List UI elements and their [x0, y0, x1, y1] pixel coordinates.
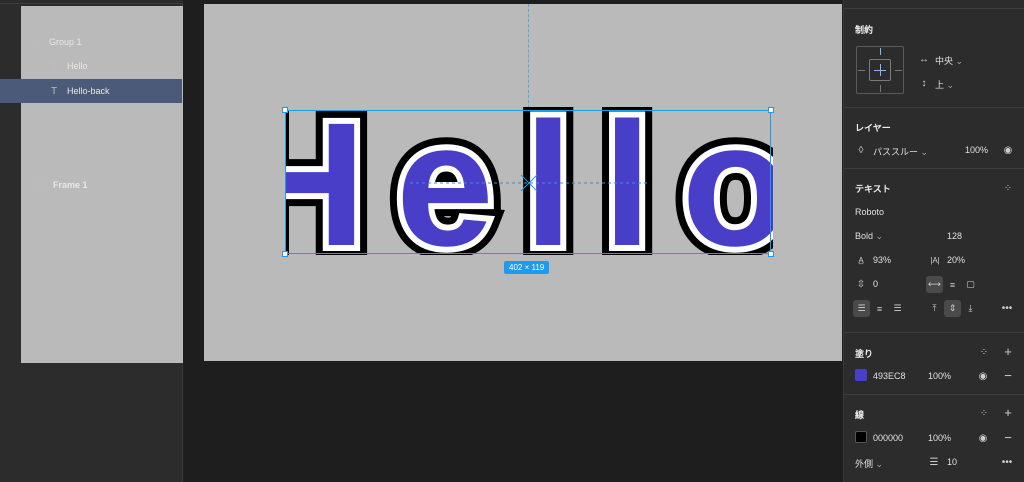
- layer-name: Hello-back: [67, 86, 110, 96]
- resize-handle-top-right[interactable]: [768, 107, 774, 113]
- divider: [844, 107, 1024, 108]
- line-height-input[interactable]: 93%: [873, 255, 891, 265]
- text-title: テキスト: [855, 184, 891, 194]
- fill-styles-icon[interactable]: ⁘: [977, 346, 991, 358]
- constraint-bottom-line[interactable]: [880, 85, 881, 92]
- canvas[interactable]: Hello Hello Hello 402 × 119: [183, 0, 843, 482]
- constraint-left-line[interactable]: [858, 70, 865, 71]
- align-middle-button[interactable]: ⇕: [944, 300, 961, 317]
- eye-icon[interactable]: ◉: [976, 432, 990, 444]
- size-badge: 402 × 119: [504, 261, 550, 274]
- divider: [844, 168, 1024, 169]
- resize-handle-top-left[interactable]: [282, 107, 288, 113]
- stroke-position-select[interactable]: 外側 ⌄: [855, 457, 883, 470]
- align-left-button[interactable]: ☰: [853, 300, 870, 317]
- layers-panel: # Frame 1 ⁞⁞ Group 1 T Hello T Hello-bac…: [0, 0, 659, 482]
- add-stroke-icon[interactable]: +: [1001, 405, 1015, 420]
- text-icon: T: [50, 60, 58, 72]
- constraint-widget[interactable]: [856, 46, 904, 94]
- fill-title: 塗り: [855, 349, 874, 359]
- blend-mode-value: パススルー: [873, 147, 919, 157]
- fill-opacity-input[interactable]: 100%: [928, 371, 951, 381]
- vertical-constraint-select[interactable]: 上 ⌄: [935, 78, 954, 91]
- layer-opacity[interactable]: 100%: [965, 145, 988, 155]
- text-styles-icon[interactable]: ⁘: [1001, 182, 1015, 194]
- horizontal-constraint-icon: ↔: [919, 53, 929, 65]
- fill-hex-input[interactable]: 493EC8: [873, 371, 906, 381]
- align-center-button[interactable]: ≡: [871, 300, 888, 317]
- font-size-input[interactable]: 128: [947, 231, 962, 241]
- center-guide: [528, 4, 529, 108]
- align-top-button[interactable]: ⤒: [926, 300, 943, 317]
- more-options-icon[interactable]: •••: [999, 302, 1015, 314]
- stroke-opacity-input[interactable]: 100%: [928, 433, 951, 443]
- blend-mode-select[interactable]: パススルー ⌄: [873, 145, 928, 158]
- resize-handle-bottom-right[interactable]: [768, 251, 774, 257]
- layers-topbar: [0, 0, 183, 4]
- paragraph-spacing-icon: ⇳: [856, 278, 866, 290]
- auto-height-button[interactable]: ≡: [944, 276, 961, 293]
- horizontal-constraint-value: 中央: [935, 56, 954, 66]
- stroke-title: 線: [855, 410, 865, 420]
- selection-box: [285, 110, 771, 254]
- resize-handle-bottom-left[interactable]: [282, 251, 288, 257]
- font-weight-select[interactable]: Bold ⌄: [855, 231, 883, 242]
- stroke-styles-icon[interactable]: ⁘: [977, 407, 991, 419]
- constraint-top-line[interactable]: [880, 48, 881, 55]
- constraint-center-v[interactable]: [880, 64, 881, 76]
- divider: [844, 394, 1024, 395]
- layer-hello[interactable]: T Hello: [0, 54, 182, 78]
- group-icon: ⁞⁞: [34, 37, 38, 47]
- fixed-size-button[interactable]: ▢: [962, 276, 979, 293]
- chevron-down-icon: ⌄: [920, 147, 929, 157]
- letter-spacing-icon: |A|: [930, 255, 940, 265]
- remove-stroke-icon[interactable]: −: [1001, 430, 1015, 445]
- stroke-position-value: 外側: [855, 459, 874, 469]
- align-right-button[interactable]: ☰: [889, 300, 906, 317]
- remove-fill-icon[interactable]: −: [1001, 368, 1015, 383]
- chevron-down-icon: ⌄: [946, 80, 955, 90]
- auto-width-button[interactable]: ⟷: [926, 276, 943, 293]
- align-bottom-button[interactable]: ⤓: [962, 300, 979, 317]
- fill-color-swatch[interactable]: [855, 369, 867, 381]
- text-icon: T: [50, 85, 58, 97]
- constraint-right-line[interactable]: [895, 70, 902, 71]
- stroke-color-swatch[interactable]: [855, 431, 867, 443]
- horizontal-constraint-select[interactable]: 中央 ⌄: [935, 54, 963, 67]
- layer-title: レイヤー: [855, 123, 891, 133]
- paragraph-spacing-input[interactable]: 0: [873, 279, 878, 289]
- chevron-down-icon: ⌄: [875, 231, 884, 241]
- layer-name: Frame 1: [53, 179, 88, 190]
- vertical-constraint-icon: ↕: [921, 77, 927, 89]
- stroke-hex-input[interactable]: 000000: [873, 433, 903, 443]
- divider: [844, 332, 1024, 333]
- frame-icon: #: [37, 179, 43, 190]
- font-family-select[interactable]: Roboto: [855, 207, 884, 217]
- properties-panel: 制約 ↔ 中央 ⌄ ↕ 上 ⌄ レイヤー ◊ パススルー ⌄ 100% ◉ テキ…: [843, 0, 1024, 482]
- chevron-down-icon: ⌄: [955, 56, 964, 66]
- vertical-constraint-value: 上: [935, 80, 945, 90]
- props-topbar: [844, 0, 1024, 9]
- eye-icon[interactable]: ◉: [976, 370, 990, 382]
- stroke-weight-icon: ☰: [929, 456, 939, 468]
- constraints-title: 制約: [855, 25, 874, 35]
- layer-hello-back[interactable]: T Hello-back: [0, 79, 182, 103]
- eye-icon[interactable]: ◉: [1001, 144, 1015, 156]
- blend-mode-icon: ◊: [858, 144, 864, 156]
- add-fill-icon[interactable]: +: [1001, 344, 1015, 359]
- figma-app: # Frame 1 ⁞⁞ Group 1 T Hello T Hello-bac…: [0, 0, 1024, 482]
- chevron-down-icon: ⌄: [875, 459, 884, 469]
- layer-name: Group 1: [49, 37, 82, 47]
- line-height-icon: A̲: [858, 255, 864, 265]
- stroke-more-options-icon[interactable]: •••: [999, 456, 1015, 468]
- layer-group-1[interactable]: ⁞⁞ Group 1: [0, 30, 182, 54]
- font-weight-value: Bold: [855, 231, 874, 241]
- layer-name: Hello: [67, 61, 88, 71]
- stroke-weight-input[interactable]: 10: [947, 457, 957, 467]
- letter-spacing-input[interactable]: 20%: [947, 255, 965, 265]
